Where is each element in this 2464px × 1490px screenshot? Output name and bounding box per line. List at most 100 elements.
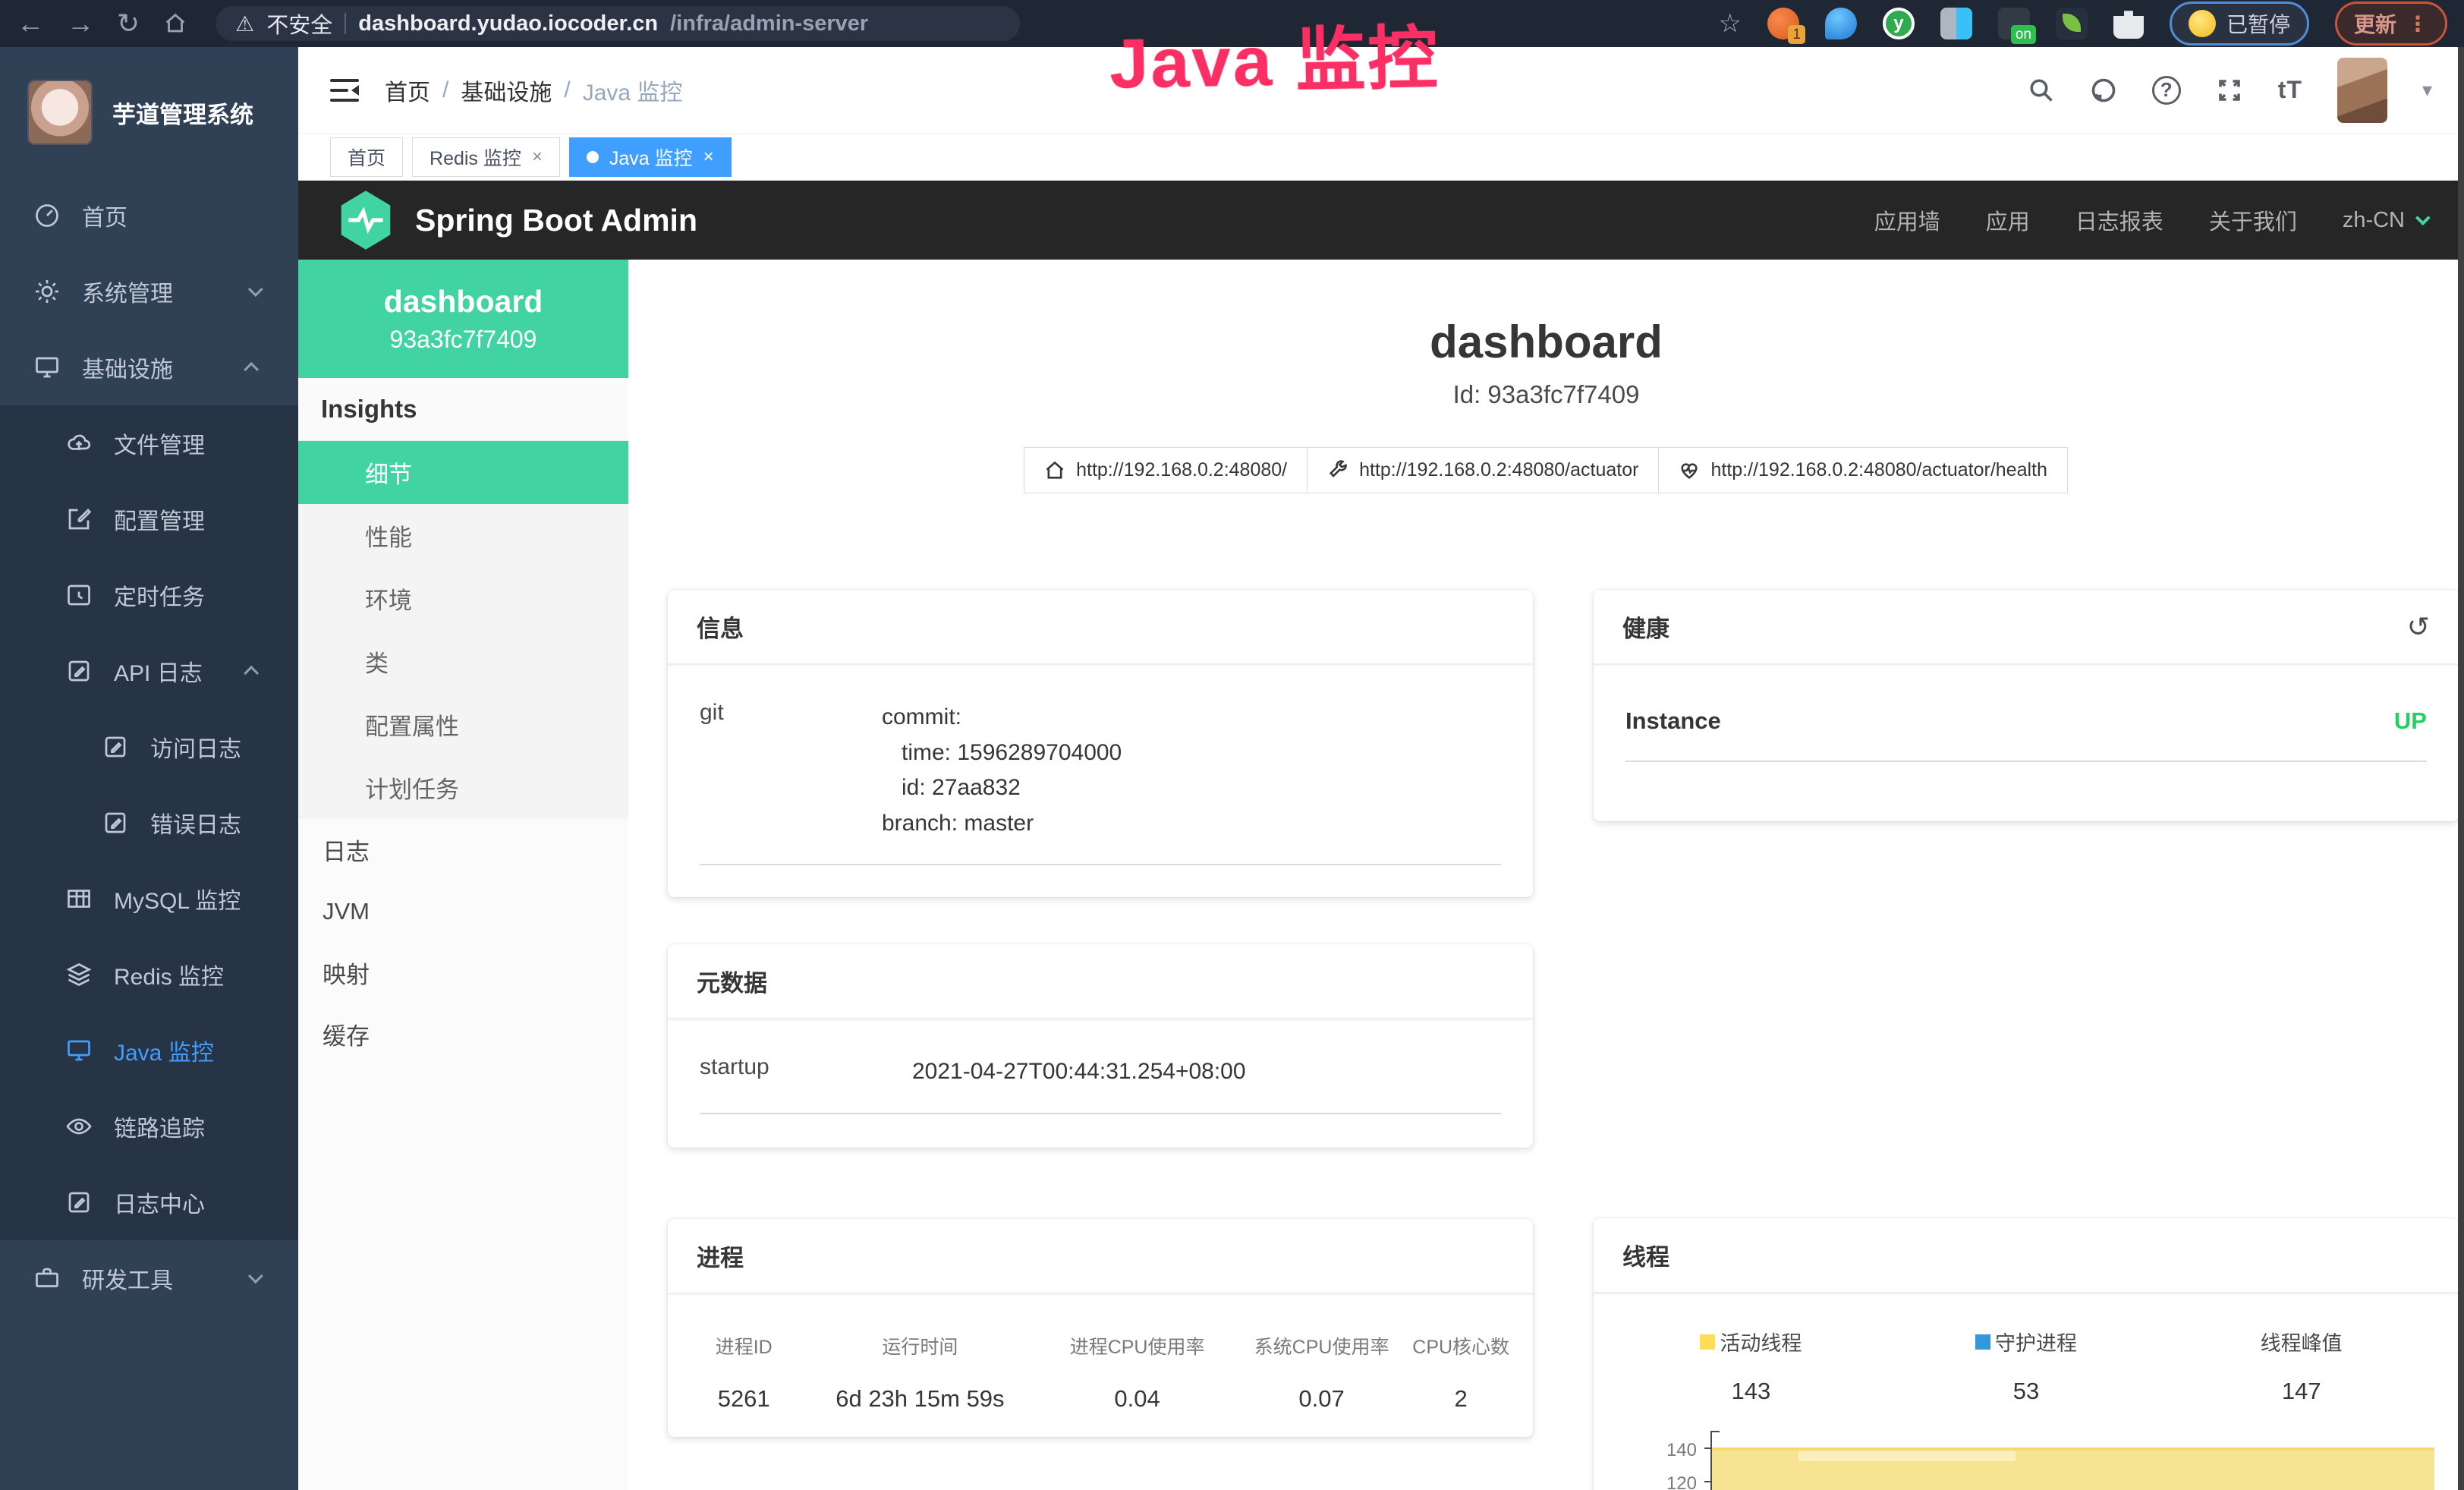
tab-home[interactable]: 首页: [330, 137, 403, 177]
address-bar[interactable]: ⚠ 不安全 dashboard.yudao.iocoder.cn/infra/a…: [216, 6, 1020, 41]
breadcrumb: 首页 / 基础设施 / Java 监控: [385, 74, 682, 107]
sba-nav-applications[interactable]: 应用: [1986, 204, 2030, 236]
sba-logo-icon: [336, 188, 395, 252]
status-badge: UP: [2394, 707, 2427, 735]
page-title: dashboard: [628, 316, 2464, 368]
home-icon[interactable]: [162, 11, 188, 36]
table-grid-icon: [65, 885, 93, 912]
instance-menu-env[interactable]: 环境: [298, 567, 628, 630]
extension-grid-icon[interactable]: [1940, 8, 1972, 39]
sidebar-item-home[interactable]: 首页: [0, 178, 298, 254]
card-title: 元数据: [697, 964, 767, 998]
instance-menu-configprops[interactable]: 配置属性: [298, 693, 628, 756]
gear-icon: [33, 278, 61, 305]
search-icon[interactable]: [2028, 77, 2055, 104]
info-row-git: git commit: time: 1596289704000 id: 27aa…: [700, 700, 1501, 865]
font-size-icon[interactable]: tT: [2278, 76, 2302, 104]
health-url-link[interactable]: http://192.168.0.2:48080/actuator/health: [1658, 447, 2067, 493]
extension-pin-icon[interactable]: [1825, 8, 1857, 39]
back-icon[interactable]: ←: [17, 10, 44, 37]
sidebar-item-log-center[interactable]: 日志中心: [0, 1164, 298, 1240]
avatar-caret-icon[interactable]: ▾: [2422, 78, 2432, 102]
legend-yellow-icon: [1700, 1334, 1715, 1350]
tab-java-monitor[interactable]: Java 监控 ×: [569, 137, 732, 177]
sidebar-item-label: 配置管理: [114, 502, 205, 536]
wrench-icon: [1327, 460, 1348, 481]
extension-switch-icon[interactable]: on: [1998, 8, 2030, 39]
github-icon[interactable]: [2090, 77, 2117, 104]
fullscreen-icon[interactable]: [2216, 77, 2243, 104]
close-icon[interactable]: ×: [532, 146, 543, 168]
not-secure-warning-icon: ⚠: [235, 11, 254, 36]
sidebar-item-jobs[interactable]: 定时任务: [0, 557, 298, 633]
card-title: 信息: [697, 610, 744, 644]
page-scrollbar[interactable]: [2458, 47, 2464, 1490]
browser-menu-icon[interactable]: ⋮: [2407, 11, 2428, 36]
sidebar-item-label: 访问日志: [150, 730, 241, 764]
sidebar-item-label: MySQL 监控: [114, 882, 241, 915]
card-title: 健康: [1622, 610, 1669, 644]
instance-section-logs[interactable]: 日志: [298, 819, 628, 880]
card-title: 进程: [697, 1239, 744, 1273]
instance-name: dashboard: [384, 284, 543, 320]
instance-menu-scheduledtasks[interactable]: 计划任务: [298, 756, 628, 819]
threads-legend: 活动线程 143 守护进程 53 线程峰值 14: [1613, 1327, 2439, 1405]
extensions-puzzle-icon[interactable]: [2113, 8, 2144, 39]
tab-redis-monitor[interactable]: Redis 监控 ×: [412, 137, 560, 177]
sidebar-item-mysql[interactable]: MySQL 监控: [0, 861, 298, 937]
sba-brand[interactable]: Spring Boot Admin: [336, 188, 697, 252]
handwritten-annotation: Java 监控: [1109, 2, 1440, 109]
profile-label: 已暂停: [2226, 8, 2290, 39]
sba-nav-wallboard[interactable]: 应用墙: [1874, 204, 1940, 236]
instance-menu-metrics[interactable]: 性能: [298, 504, 628, 567]
instance-section-jvm[interactable]: JVM: [298, 880, 628, 942]
forward-icon[interactable]: →: [67, 10, 94, 37]
sidebar-item-system[interactable]: 系统管理: [0, 254, 298, 329]
sidebar-item-dev-tools[interactable]: 研发工具: [0, 1240, 298, 1316]
instance-menu-details[interactable]: 细节: [298, 441, 628, 504]
help-icon[interactable]: ?: [2152, 76, 2181, 105]
locale-select[interactable]: zh-CN: [2343, 208, 2426, 233]
admin-sidebar: 芋道管理系统 首页 系统管理 基础设施 文件管理 配置管理: [0, 47, 298, 1490]
sba-nav-journal[interactable]: 日志报表: [2075, 204, 2163, 236]
instance-section-caches[interactable]: 缓存: [298, 1003, 628, 1065]
collapse-sidebar-icon[interactable]: [330, 79, 359, 102]
sba-nav-about[interactable]: 关于我们: [2209, 204, 2297, 236]
extension-orange-icon[interactable]: 1: [1767, 8, 1799, 39]
instance-section-mappings[interactable]: 映射: [298, 942, 628, 1003]
actuator-url-link[interactable]: http://192.168.0.2:48080/actuator: [1307, 447, 1659, 493]
browser-update-button[interactable]: 更新 ⋮: [2335, 2, 2447, 46]
sidebar-item-error-log[interactable]: 错误日志: [0, 785, 298, 861]
cpu-cores: 2: [1411, 1385, 1510, 1413]
sidebar-item-tracing[interactable]: 链路追踪: [0, 1088, 298, 1164]
sidebar-item-label: 首页: [82, 199, 127, 232]
close-icon[interactable]: ×: [703, 146, 714, 168]
instance-header[interactable]: dashboard 93a3fc7f7409: [298, 260, 628, 378]
health-row-instance[interactable]: Instance UP: [1625, 707, 2427, 762]
sidebar-item-label: 定时任务: [114, 578, 205, 612]
update-label: 更新: [2354, 8, 2396, 39]
app-logo-row[interactable]: 芋道管理系统: [0, 47, 298, 178]
process-table: 进程ID 运行时间 进程CPU使用率 系统CPU使用率 CPU核心数 5261 …: [691, 1325, 1510, 1432]
sidebar-item-files[interactable]: 文件管理: [0, 405, 298, 481]
cloud-upload-icon: [65, 430, 93, 457]
briefcase-icon: [33, 1265, 61, 1292]
sidebar-item-label: 研发工具: [82, 1262, 173, 1295]
sidebar-item-config[interactable]: 配置管理: [0, 481, 298, 557]
reload-icon[interactable]: ↻: [117, 10, 140, 37]
extension-leaf-icon[interactable]: [2056, 8, 2088, 39]
sidebar-item-redis[interactable]: Redis 监控: [0, 937, 298, 1013]
browser-profile-chip[interactable]: 已暂停: [2170, 2, 2309, 46]
extension-y-icon[interactable]: y: [1883, 8, 1915, 39]
sidebar-item-infra[interactable]: 基础设施: [0, 329, 298, 405]
sidebar-item-access-log[interactable]: 访问日志: [0, 709, 298, 785]
history-icon[interactable]: ↺: [2407, 611, 2430, 643]
sidebar-item-api-log[interactable]: API 日志: [0, 633, 298, 709]
sidebar-item-java-monitor[interactable]: Java 监控: [0, 1013, 298, 1088]
bookmark-star-icon[interactable]: ☆: [1718, 8, 1741, 39]
breadcrumb-infra[interactable]: 基础设施: [461, 74, 552, 107]
breadcrumb-home[interactable]: 首页: [385, 74, 430, 107]
service-url-link[interactable]: http://192.168.0.2:48080/: [1024, 447, 1308, 493]
instance-menu-classes[interactable]: 类: [298, 630, 628, 693]
user-avatar[interactable]: [2337, 58, 2387, 123]
